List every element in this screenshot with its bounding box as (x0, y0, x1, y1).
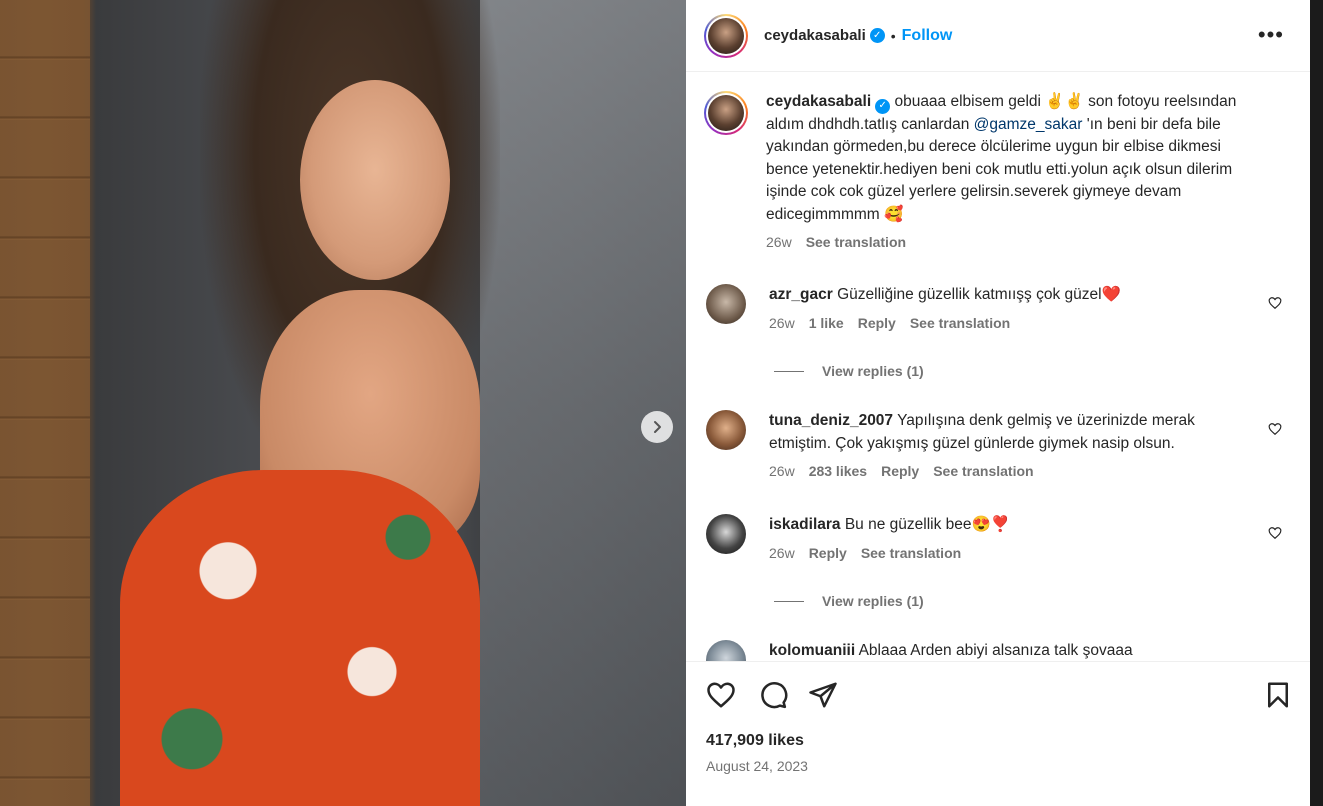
author-username[interactable]: ceydakasabali (764, 27, 866, 44)
caption-meta: 26w See translation (766, 234, 1266, 250)
see-translation-button[interactable]: See translation (861, 545, 961, 561)
comment-time: 26w (769, 544, 795, 561)
bookmark-icon[interactable] (1263, 680, 1293, 710)
comment-time: 26w (769, 463, 795, 479)
post-header: ceydakasabali ✓ • Follow ••• (686, 0, 1310, 72)
comment-like-heart-icon[interactable] (1268, 526, 1282, 540)
commenter-username[interactable]: kolomuaniii (769, 642, 855, 659)
comment-text: Bu ne güzellik bee😍❣️ (844, 516, 1011, 533)
separator-dot: • (890, 27, 896, 44)
comment-item: azr_gacr Güzelliğine güzellik katmıışş ç… (706, 284, 1296, 331)
reply-button[interactable]: Reply (858, 315, 896, 331)
reply-button[interactable]: Reply (881, 463, 919, 479)
post-details-panel: ceydakasabali ✓ • Follow ••• ceydakasaba… (686, 0, 1310, 806)
view-replies-button[interactable]: View replies (1) (774, 593, 924, 609)
commenter-username[interactable]: azr_gacr (769, 286, 833, 303)
author-avatar[interactable] (704, 13, 748, 58)
comment-like-heart-icon[interactable] (1268, 296, 1282, 310)
caption-username[interactable]: ceydakasabali (766, 93, 871, 110)
comment-likes[interactable]: 283 likes (809, 463, 867, 479)
comment-item: iskadilara Bu ne güzellik bee😍❣️ 26w Rep… (706, 514, 1296, 561)
commenter-username[interactable]: iskadilara (769, 516, 841, 533)
commenter-avatar[interactable] (706, 514, 746, 554)
post-caption: ceydakasabali ✓ obuaaa elbisem geldi ✌️✌️… (704, 91, 1284, 250)
carousel-next-button[interactable] (641, 411, 673, 443)
photo-wooden-wall (0, 0, 90, 806)
likes-count[interactable]: 417,909 likes (706, 732, 804, 750)
comment-bubble-icon[interactable] (758, 680, 788, 710)
post-photo (0, 0, 686, 806)
commenter-username[interactable]: tuna_deniz_2007 (769, 412, 893, 429)
photo-face (300, 80, 450, 280)
background-overlay-edge (1310, 0, 1323, 806)
chevron-right-icon (654, 421, 661, 433)
post-actions: 417,909 likes August 24, 2023 (686, 661, 1310, 806)
more-options-icon[interactable]: ••• (1258, 22, 1284, 48)
comment-text: Ablaaa Arden abiyi alsanıza talk şovaaa (858, 642, 1133, 659)
comment-item: kolomuaniii Ablaaa Arden abiyi alsanıza … (706, 640, 1296, 661)
photo-dress (120, 470, 480, 806)
see-translation-button[interactable]: See translation (910, 315, 1010, 331)
verified-badge-icon: ✓ (875, 98, 891, 114)
commenter-avatar[interactable] (706, 640, 746, 661)
view-replies-button[interactable]: View replies (1) (774, 363, 924, 379)
comments-list[interactable]: ceydakasabali ✓ obuaaa elbisem geldi ✌️✌️… (686, 73, 1310, 661)
send-icon[interactable] (808, 680, 838, 710)
commenter-avatar[interactable] (706, 410, 746, 450)
heart-icon[interactable] (706, 680, 736, 710)
caption-text: ceydakasabali ✓ obuaaa elbisem geldi ✌️✌️… (766, 91, 1266, 226)
comment-like-heart-icon[interactable] (1268, 422, 1282, 436)
comment-likes[interactable]: 1 like (809, 315, 844, 331)
caption-mention-link[interactable]: @gamze_sakar (974, 116, 1083, 133)
caption-see-translation[interactable]: See translation (806, 234, 906, 250)
verified-badge-icon: ✓ (869, 28, 885, 43)
photo-window (480, 0, 686, 806)
caption-time: 26w (766, 234, 792, 251)
post-date: August 24, 2023 (706, 758, 808, 774)
follow-button[interactable]: Follow (902, 27, 953, 45)
see-translation-button[interactable]: See translation (933, 463, 1033, 479)
comment-text: Güzelliğine güzellik katmıışş çok güzel❤… (837, 286, 1121, 303)
comment-time: 26w (769, 314, 795, 331)
reply-button[interactable]: Reply (809, 545, 847, 561)
caption-avatar[interactable] (704, 91, 748, 135)
commenter-avatar[interactable] (706, 284, 746, 324)
comment-item: tuna_deniz_2007 Yapılışına denk gelmiş v… (706, 410, 1296, 479)
